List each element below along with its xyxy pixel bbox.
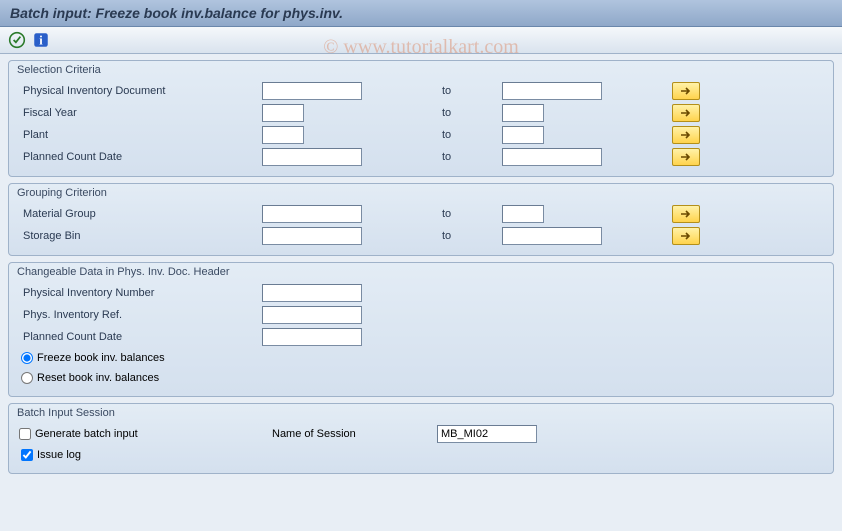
- planned-count-date-hdr-field[interactable]: [262, 328, 362, 346]
- plant-to[interactable]: [502, 126, 544, 144]
- session-name-label: Name of Session: [262, 428, 437, 440]
- planned-date-from[interactable]: [262, 148, 362, 166]
- reset-radio-label: Reset book inv. balances: [37, 372, 159, 384]
- phys-inv-ref-field[interactable]: [262, 306, 362, 324]
- range-button[interactable]: [672, 148, 700, 166]
- plant-from[interactable]: [262, 126, 304, 144]
- page-title: Batch input: Freeze book inv.balance for…: [10, 5, 343, 21]
- to-label: to: [362, 230, 502, 242]
- batch-input-title: Batch Input Session: [17, 407, 825, 419]
- range-button[interactable]: [672, 82, 700, 100]
- changeable-data-title: Changeable Data in Phys. Inv. Doc. Heade…: [17, 266, 825, 278]
- generate-batch-label: Generate batch input: [35, 428, 138, 440]
- storage-bin-from[interactable]: [262, 227, 362, 245]
- label: Fiscal Year: [17, 107, 262, 119]
- changeable-data-group: Changeable Data in Phys. Inv. Doc. Heade…: [8, 262, 834, 397]
- range-button[interactable]: [672, 205, 700, 223]
- planned-date-to[interactable]: [502, 148, 602, 166]
- label: Planned Count Date: [17, 331, 262, 343]
- row-issue-log: Issue log: [17, 445, 825, 465]
- label: Planned Count Date: [17, 151, 262, 163]
- phys-inv-doc-from[interactable]: [262, 82, 362, 100]
- selection-criteria-group: Selection Criteria Physical Inventory Do…: [8, 60, 834, 177]
- title-bar: Batch input: Freeze book inv.balance for…: [0, 0, 842, 27]
- label: Storage Bin: [17, 230, 262, 242]
- to-label: to: [362, 107, 502, 119]
- row-phys-inv-ref: Phys. Inventory Ref.: [17, 304, 825, 326]
- row-generate-batch: Generate batch input Name of Session: [17, 423, 825, 445]
- freeze-radio[interactable]: [21, 352, 33, 364]
- label: Phys. Inventory Ref.: [17, 309, 262, 321]
- to-label: to: [362, 129, 502, 141]
- grouping-criterion-title: Grouping Criterion: [17, 187, 825, 199]
- row-material-group: Material Group to: [17, 203, 825, 225]
- range-button[interactable]: [672, 227, 700, 245]
- generate-batch-checkbox[interactable]: [19, 428, 31, 440]
- info-icon[interactable]: i: [32, 31, 50, 49]
- label: Material Group: [17, 208, 262, 220]
- label: Plant: [17, 129, 262, 141]
- to-label: to: [362, 208, 502, 220]
- session-name-field[interactable]: [437, 425, 537, 443]
- row-plant: Plant to: [17, 124, 825, 146]
- storage-bin-to[interactable]: [502, 227, 602, 245]
- label: Physical Inventory Number: [17, 287, 262, 299]
- fiscal-year-from[interactable]: [262, 104, 304, 122]
- phys-inv-number-field[interactable]: [262, 284, 362, 302]
- row-planned-count-date: Planned Count Date to: [17, 146, 825, 168]
- selection-criteria-title: Selection Criteria: [17, 64, 825, 76]
- fiscal-year-to[interactable]: [502, 104, 544, 122]
- material-group-from[interactable]: [262, 205, 362, 223]
- material-group-to[interactable]: [502, 205, 544, 223]
- to-label: to: [362, 85, 502, 97]
- issue-log-label: Issue log: [37, 449, 81, 461]
- issue-log-checkbox[interactable]: [21, 449, 33, 461]
- row-storage-bin: Storage Bin to: [17, 225, 825, 247]
- freeze-radio-label: Freeze book inv. balances: [37, 352, 165, 364]
- row-phys-inv-number: Physical Inventory Number: [17, 282, 825, 304]
- content: Selection Criteria Physical Inventory Do…: [0, 54, 842, 480]
- row-planned-count-date-hdr: Planned Count Date: [17, 326, 825, 348]
- radio-freeze-row: Freeze book inv. balances: [17, 348, 825, 368]
- execute-icon[interactable]: [8, 31, 26, 49]
- radio-reset-row: Reset book inv. balances: [17, 368, 825, 388]
- range-button[interactable]: [672, 126, 700, 144]
- reset-radio[interactable]: [21, 372, 33, 384]
- phys-inv-doc-to[interactable]: [502, 82, 602, 100]
- range-button[interactable]: [672, 104, 700, 122]
- to-label: to: [362, 151, 502, 163]
- grouping-criterion-group: Grouping Criterion Material Group to Sto…: [8, 183, 834, 256]
- row-fiscal-year: Fiscal Year to: [17, 102, 825, 124]
- toolbar: i: [0, 27, 842, 54]
- svg-text:i: i: [39, 34, 43, 48]
- label: Physical Inventory Document: [17, 85, 262, 97]
- batch-input-group: Batch Input Session Generate batch input…: [8, 403, 834, 474]
- row-phys-inv-doc: Physical Inventory Document to: [17, 80, 825, 102]
